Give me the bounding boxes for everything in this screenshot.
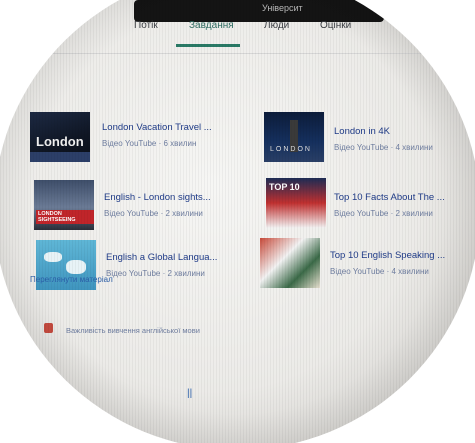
- tab-stream[interactable]: Потік: [134, 20, 158, 31]
- video-thumbnail: TOP 10: [266, 178, 326, 228]
- video-thumbnail: London: [30, 112, 90, 162]
- video-thumbnail: [260, 238, 320, 288]
- thumbnail-label: LONDON: [270, 146, 312, 153]
- video-title[interactable]: London Vacation Travel ...: [102, 122, 212, 133]
- photo-stage: Університ Потік Завдання Люди Оцінки Lon…: [0, 0, 475, 443]
- tab-classwork[interactable]: Завдання: [189, 20, 234, 31]
- video-title[interactable]: English a Global Langua...: [106, 252, 217, 263]
- document-item[interactable]: Важливість вивчення англійської мови: [24, 318, 284, 338]
- thumbnail-label: LONDON SIGHTSEEING: [36, 210, 94, 224]
- thumbnail-label: TOP 10: [269, 182, 300, 192]
- header-partial-text: Університ: [262, 3, 303, 13]
- video-title[interactable]: London in 4K: [334, 126, 390, 137]
- video-thumbnail: LONDON: [264, 112, 324, 162]
- video-thumbnail: LONDON SIGHTSEEING: [34, 180, 94, 230]
- video-title[interactable]: Top 10 English Speaking ...: [330, 250, 445, 261]
- screen-photo-area: Університ Потік Завдання Люди Оцінки Lon…: [0, 0, 475, 443]
- video-meta: Відео YouTube · 4 хвилини: [330, 267, 429, 276]
- view-material-link[interactable]: Переглянути матеріал: [30, 275, 113, 284]
- thumbnail-strip: [30, 152, 90, 162]
- video-meta: Відео YouTube · 4 хвилини: [334, 143, 433, 152]
- video-meta: Відео YouTube · 2 хвилини: [334, 209, 433, 218]
- video-title[interactable]: English - London sights...: [104, 192, 211, 203]
- document-icon: [44, 323, 53, 333]
- world-map-icon: [44, 252, 62, 262]
- video-title[interactable]: Top 10 Facts About The ...: [334, 192, 445, 203]
- tab-people[interactable]: Люди: [264, 20, 289, 31]
- scroll-indicator: ||: [187, 388, 193, 399]
- tab-grades[interactable]: Оцінки: [320, 20, 351, 31]
- active-tab-indicator: [176, 44, 240, 47]
- browser-top-bar: [134, 0, 384, 22]
- tabs-divider: [14, 53, 454, 54]
- video-meta: Відео YouTube · 2 хвилини: [104, 209, 203, 218]
- video-meta: Відео YouTube · 6 хвилин: [102, 139, 197, 148]
- video-meta: Відео YouTube · 2 хвилини: [106, 269, 205, 278]
- world-map-icon: [66, 260, 86, 274]
- classroom-tabs: Потік Завдання Люди Оцінки: [124, 20, 384, 48]
- document-title[interactable]: Важливість вивчення англійської мови: [66, 326, 200, 335]
- thumbnail-label: London: [36, 134, 84, 149]
